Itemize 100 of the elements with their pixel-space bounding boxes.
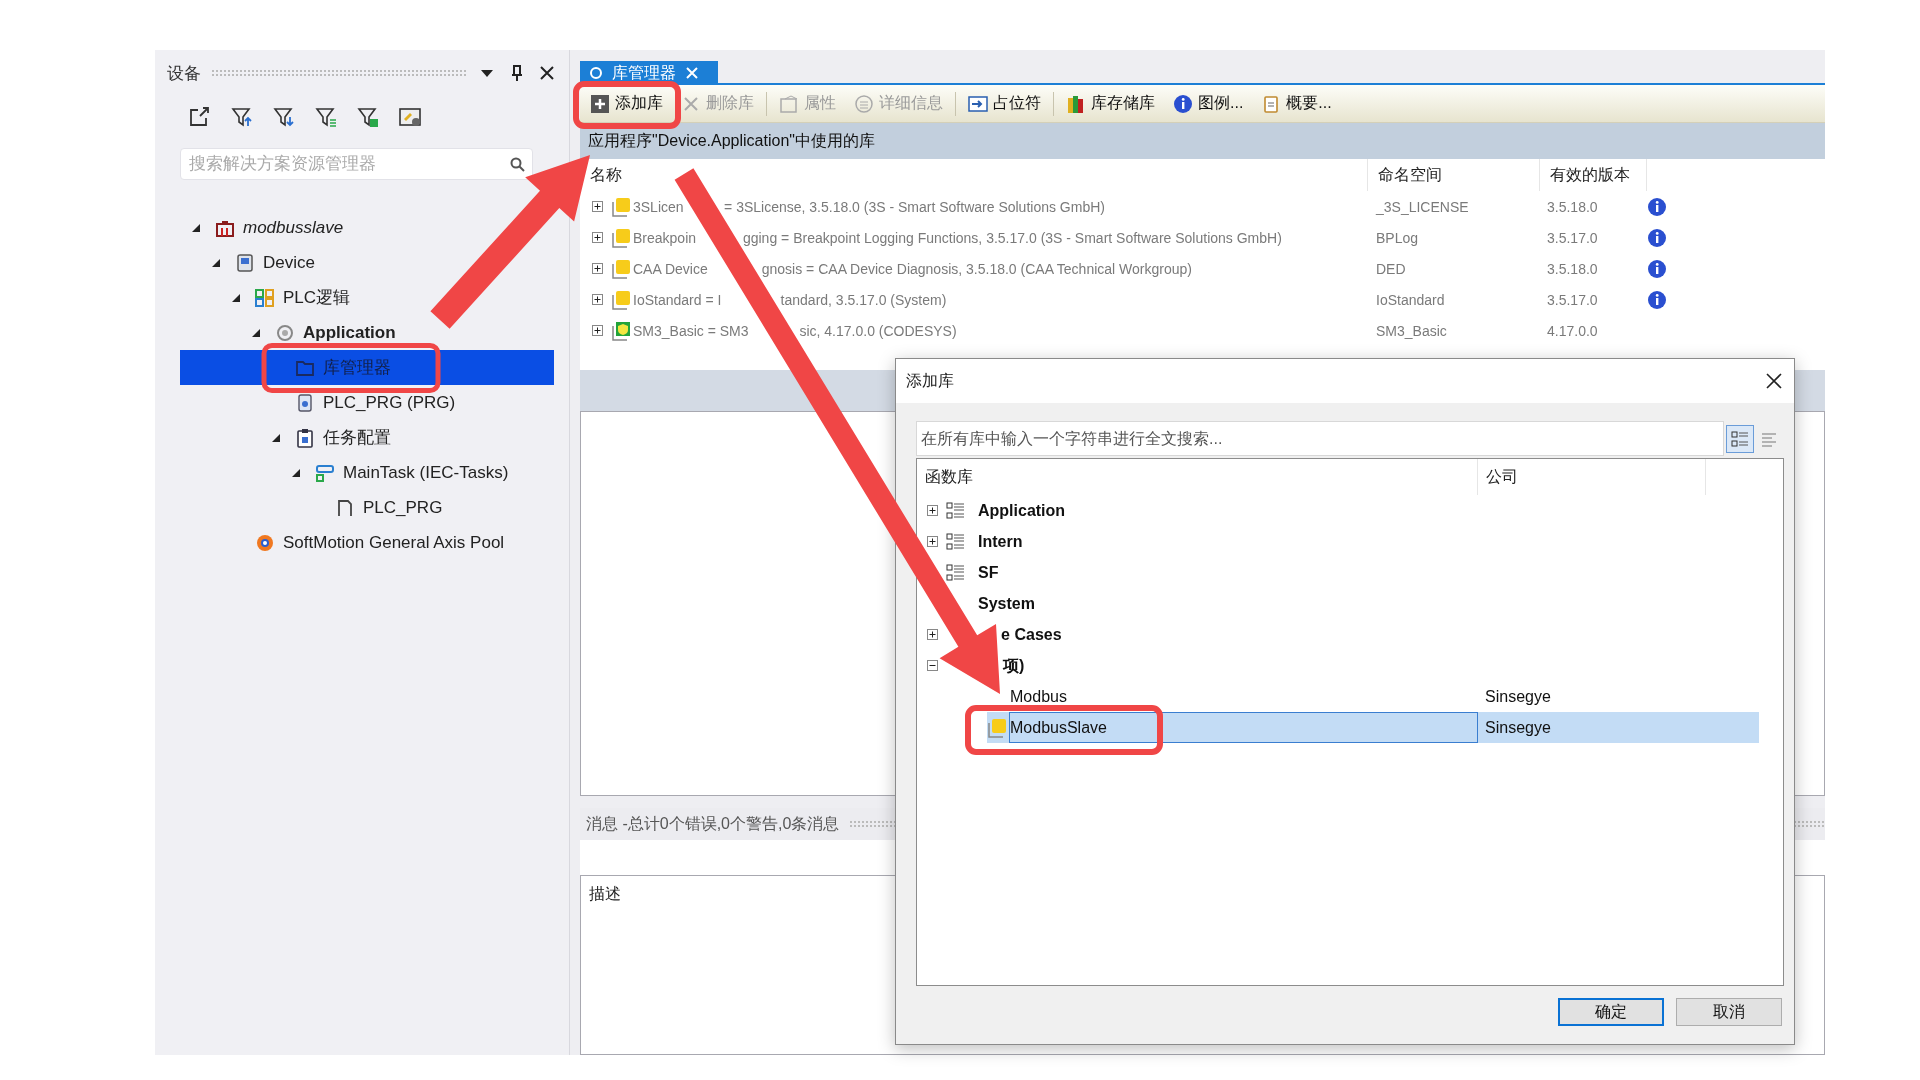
library-name: IoStandard = I bbox=[633, 291, 722, 308]
expand-icon[interactable] bbox=[592, 263, 603, 274]
expand-icon[interactable] bbox=[927, 629, 938, 640]
filter-box-icon bbox=[357, 106, 379, 128]
tree-item[interactable]: SoftMotion General Axis Pool bbox=[180, 525, 554, 560]
category-icon bbox=[946, 562, 966, 583]
category-icon bbox=[946, 500, 966, 521]
expand-icon[interactable] bbox=[592, 294, 603, 305]
toolbar-button[interactable]: 图例... bbox=[1167, 88, 1250, 119]
category-label[interactable]: Application bbox=[978, 502, 1066, 519]
tree-item[interactable]: 任务配置 bbox=[180, 420, 554, 455]
gear-icon bbox=[275, 322, 295, 343]
document-icon bbox=[295, 392, 315, 413]
books-icon bbox=[1066, 93, 1086, 114]
version-text: 3.5.18.0 bbox=[1547, 198, 1598, 215]
details-icon bbox=[854, 93, 874, 114]
tree-item[interactable]: modbusslave bbox=[180, 210, 554, 245]
dialog-button[interactable]: 确定 bbox=[1558, 998, 1664, 1026]
info-icon bbox=[1647, 227, 1667, 248]
category-label[interactable]: 项) bbox=[1002, 657, 1025, 674]
shield-icon bbox=[611, 319, 633, 342]
tree-item[interactable]: PLC_PRG (PRG) bbox=[180, 385, 554, 420]
version-text: 3.5.17.0 bbox=[1547, 291, 1598, 308]
expand-icon[interactable] bbox=[592, 325, 603, 336]
expanded-triangle-icon[interactable] bbox=[211, 257, 221, 268]
table-row[interactable]: CAA Device gnosis = CAA Device Diagnosis, 3.5.18.0 (CAA Technical Workgroup) DED 3.5.18.0 bbox=[580, 253, 1825, 284]
library-icon bbox=[611, 288, 633, 311]
category-label[interactable]: e Cases bbox=[1001, 626, 1062, 643]
library-name: gging = Breakpoint Logging Functions, 3.5.17.0 (3S - Smart Software Solutions GmbH) bbox=[742, 230, 1282, 245]
placeholder-icon bbox=[968, 93, 988, 114]
table-row[interactable]: IoStandard = I tandard, 3.5.17.0 (System) IoStandard 3.5.17.0 bbox=[580, 284, 1825, 315]
table-row[interactable]: Breakpoin gging = Breakpoint Logging Functions, 3.5.17.0 (3S - Smart Software Solutions GmbH) BPLog 3.5.17.0 bbox=[580, 222, 1825, 253]
library-name: 3SLicen bbox=[633, 198, 684, 215]
dialog-title: 添加库 bbox=[906, 370, 954, 391]
namespace-text: _3S_LICENSE bbox=[1376, 198, 1469, 215]
messages-title: 消息 -总计0个错误,0个警告,0条消息 bbox=[586, 813, 840, 834]
gear-icon bbox=[588, 65, 604, 81]
search-field[interactable]: 搜索解决方案资源管理器 bbox=[180, 148, 533, 180]
tree-item[interactable]: PLC_PRG bbox=[180, 490, 554, 525]
table-row[interactable]: SM3_Basic = SM3 sic, 4.17.0.0 (CODESYS) SM3_Basic 4.17.0.0 bbox=[580, 315, 1825, 346]
library-name[interactable]: Modbus bbox=[1010, 688, 1067, 705]
version-text: 3.5.17.0 bbox=[1547, 229, 1598, 246]
column-header[interactable]: 命名空间 bbox=[1378, 167, 1442, 183]
library-icon bbox=[611, 226, 633, 249]
library-icon bbox=[611, 257, 633, 280]
library-name: sic, 4.17.0.0 (CODESYS) bbox=[799, 323, 957, 338]
filter-up-icon bbox=[231, 106, 253, 128]
window-edit-icon bbox=[399, 106, 421, 128]
tree-item[interactable]: Device bbox=[180, 245, 554, 280]
library-name: = 3SLicense, 3.5.18.0 (3S - Smart Software Solutions GmbH) bbox=[724, 199, 1105, 214]
library-name: Breakpoin bbox=[633, 229, 697, 246]
page-icon bbox=[335, 497, 355, 518]
device-icon bbox=[235, 252, 255, 273]
expanded-triangle-icon[interactable] bbox=[191, 222, 201, 233]
expanded-triangle-icon[interactable] bbox=[291, 467, 301, 478]
namespace-text: BPLog bbox=[1376, 229, 1419, 246]
info-icon bbox=[1173, 93, 1193, 114]
library-name[interactable]: ModbusSlave bbox=[1010, 719, 1107, 736]
info-icon bbox=[1647, 258, 1667, 279]
column-header[interactable]: 名称 bbox=[590, 167, 622, 183]
category-label[interactable]: SF bbox=[978, 564, 999, 581]
tree-item[interactable]: PLC逻辑 bbox=[180, 280, 554, 315]
library-icon bbox=[611, 195, 633, 218]
tree-item[interactable]: Application bbox=[180, 315, 554, 350]
expand-icon[interactable] bbox=[927, 505, 938, 516]
expand-icon[interactable] bbox=[927, 536, 938, 547]
expanded-triangle-icon[interactable] bbox=[231, 292, 241, 303]
toolbar-button[interactable]: 添加库 bbox=[584, 88, 669, 119]
blocks-icon bbox=[255, 287, 275, 308]
toolbar-button[interactable]: 占位符 bbox=[962, 88, 1047, 119]
library-name: tandard, 3.5.17.0 (System) bbox=[780, 292, 947, 307]
version-text: 3.5.18.0 bbox=[1547, 260, 1598, 277]
tree-item[interactable]: MainTask (IEC-Tasks) bbox=[180, 455, 554, 490]
column-header[interactable]: 函数库 bbox=[925, 469, 973, 485]
column-header[interactable]: 有效的版本 bbox=[1550, 167, 1630, 183]
column-header[interactable]: 描述 bbox=[589, 885, 621, 902]
axis-icon bbox=[255, 532, 275, 553]
expand-icon[interactable] bbox=[592, 232, 603, 243]
panel-title: 设备 bbox=[167, 62, 201, 85]
category-label[interactable]: System bbox=[978, 595, 1035, 612]
filter-down-icon bbox=[273, 106, 295, 128]
expanded-triangle-icon[interactable] bbox=[271, 432, 281, 443]
expand-icon[interactable] bbox=[592, 201, 603, 212]
export-icon bbox=[189, 106, 211, 128]
toolbar-button[interactable]: 库存储库 bbox=[1060, 88, 1161, 119]
column-header[interactable]: 公司 bbox=[1486, 469, 1518, 485]
library-name: CAA Device bbox=[633, 260, 708, 277]
dialog-button[interactable]: 取消 bbox=[1676, 998, 1782, 1026]
expanded-triangle-icon[interactable] bbox=[251, 327, 261, 338]
info-icon bbox=[1647, 289, 1667, 310]
search-field[interactable]: 在所有库中输入一个字符串进行全文搜索... bbox=[916, 421, 1724, 456]
tree-view-button[interactable] bbox=[1726, 424, 1754, 453]
table-row[interactable]: 3SLicen = 3SLicense, 3.5.18.0 (3S - Smart Software Solutions GmbH) _3S_LICENSE 3.5.18.0 bbox=[580, 191, 1825, 222]
info-icon bbox=[1647, 196, 1667, 217]
plus-icon bbox=[590, 93, 610, 114]
library-name: gnosis = CAA Device Diagnosis, 3.5.18.0 (CAA Technical Workgroup) bbox=[761, 261, 1192, 276]
category-label[interactable]: Intern bbox=[978, 533, 1023, 550]
toolbar-button[interactable]: 概要... bbox=[1255, 88, 1338, 119]
version-text: 4.17.0.0 bbox=[1547, 322, 1598, 339]
collapse-icon[interactable] bbox=[927, 660, 938, 671]
